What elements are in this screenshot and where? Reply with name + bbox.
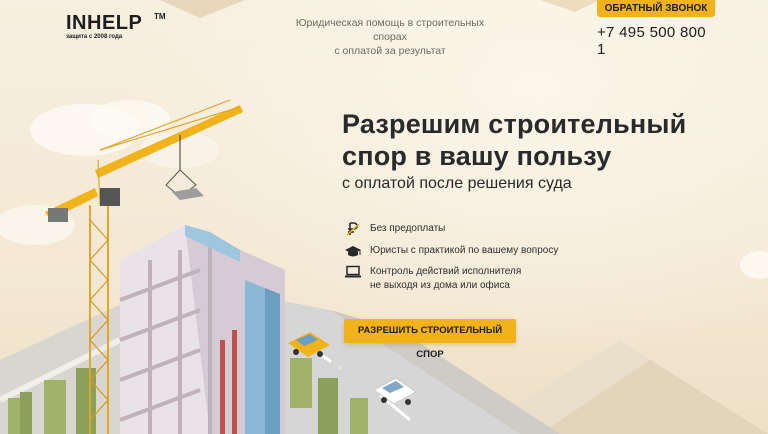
feature-item: Без предоплаты [344,222,445,236]
tagline-line-1: Юридическая помощь в строительных спорах [295,17,485,43]
logo-trademark: TM [154,12,166,21]
feature-text: Контроль действий исполнителя не выходя … [370,265,521,293]
feature-line: Без предоплаты [370,223,446,234]
header-tagline: Юридическая помощь в строительных спорах… [282,16,498,58]
hero-title: Разрешим строительный спор в вашу пользу [342,108,732,172]
feature-item: Контроль действий исполнителя не выходя … [344,265,521,293]
feature-text: Юристы с практикой по вашему вопросу [370,244,558,258]
construction-illustration [0,0,768,434]
feature-line: Юристы с практикой по вашему вопросу [370,245,559,256]
tagline-line-2: с оплатой за результат [334,45,446,57]
phone-number[interactable]: +7 495 500 800 1 [597,24,717,58]
feature-line: не выходя из дома или офиса [370,280,510,291]
hero-subtitle: с оплатой после решения суда [342,175,572,192]
feature-line: Контроль действий исполнителя [370,266,522,277]
feature-item: Юристы с практикой по вашему вопросу [344,244,558,258]
resolve-dispute-button[interactable]: РАЗРЕШИТЬ СТРОИТЕЛЬНЫЙ СПОР [344,319,516,360]
logo-since: защита с 2008 года [66,34,123,40]
feature-text: Без предоплаты [370,222,445,236]
hero-title-line-1: Разрешим строительный [342,109,687,139]
logo-wordmark: INHELP [66,12,143,34]
callback-button[interactable]: ОБРАТНЫЙ ЗВОНОК [597,0,715,17]
hero-title-line-2: спор в вашу пользу [342,141,612,171]
ruble-icon [346,222,360,236]
logo[interactable]: INHELP TM защита с 2008 года [66,12,166,44]
graduation-cap-icon [345,246,361,257]
laptop-icon [345,265,361,278]
